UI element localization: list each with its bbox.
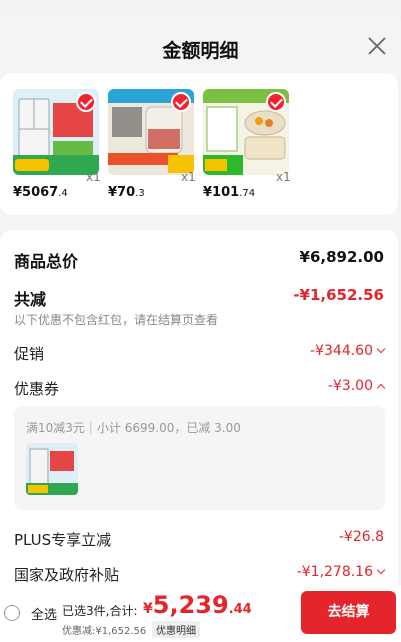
product-price: ¥70 <box>108 185 136 200</box>
sheet-title: 金额明细 <box>162 40 239 62</box>
chevron-up-icon <box>376 383 386 393</box>
reduce-total-row: 共减 -¥1,652.56 <box>14 286 384 310</box>
close-icon[interactable] <box>365 34 389 58</box>
goods-total-amount: ¥6,892.00 <box>299 248 384 266</box>
coupon-amount: -¥3.00 <box>327 378 373 394</box>
plus-discount-row: PLUS专享立减 -¥26.8 <box>14 529 384 550</box>
coupon-product-thumbnail <box>26 443 78 495</box>
discount-summary: 优惠减:¥1,652.56 <box>62 626 147 637</box>
total-integer: 5,239 <box>152 591 229 619</box>
total-amount: ¥5,239.44 <box>143 591 252 619</box>
product-item[interactable]: ¥70.3 <box>108 89 194 200</box>
coupon-detail-text: 满10减3元｜小计 6699.00，已减 3.00 <box>26 421 241 435</box>
product-price-decimal: .3 <box>135 188 145 199</box>
promotion-label: 促销 <box>14 345 45 363</box>
select-all-radio[interactable] <box>4 605 20 621</box>
gov-subsidy-row[interactable]: 国家及政府补贴 -¥1,278.16 <box>14 564 386 585</box>
product-price: ¥101 <box>203 185 240 200</box>
selected-count: 已选3件,合计: <box>62 604 138 618</box>
selected-check-icon <box>171 92 191 112</box>
checkout-button[interactable]: 去结算 <box>301 591 396 634</box>
gov-subsidy-label: 国家及政府补贴 <box>14 566 120 584</box>
coupon-detail-box: 满10减3元｜小计 6699.00，已减 3.00 <box>14 406 385 510</box>
product-item[interactable]: ¥5067.4 <box>13 89 99 200</box>
promotion-amount: -¥344.60 <box>310 343 373 359</box>
reduce-total-label: 共减 <box>14 290 47 309</box>
product-quantity: x1 <box>86 170 101 184</box>
product-item[interactable]: ¥101.74 <box>203 89 289 200</box>
coupon-row[interactable]: 优惠券 -¥3.00 <box>14 378 386 399</box>
plus-discount-amount: -¥26.8 <box>338 529 384 545</box>
checkout-bar: 全选 已选3件,合计: ¥5,239.44 优惠减:¥1,652.56 优惠明细… <box>0 585 401 642</box>
chevron-down-icon <box>376 565 386 575</box>
product-quantity: x1 <box>276 170 291 184</box>
plus-discount-label: PLUS专享立减 <box>14 531 112 549</box>
amount-breakdown-card: 商品总价 ¥6,892.00 共减 -¥1,652.56 以下优惠不包含红包，请… <box>0 230 398 610</box>
promotion-row[interactable]: 促销 -¥344.60 <box>14 343 386 364</box>
total-decimal: .44 <box>228 602 252 617</box>
product-thumbnail <box>108 89 194 175</box>
select-all-label[interactable]: 全选 <box>31 604 57 623</box>
selected-check-icon <box>266 92 286 112</box>
product-price-decimal: .74 <box>239 188 256 199</box>
product-price: ¥5067 <box>13 185 59 200</box>
fridge-image <box>26 443 78 495</box>
gov-subsidy-amount: -¥1,278.16 <box>296 564 373 580</box>
amount-detail-sheet: 金额明细 ¥5067.4 x1 ¥70.3 x1 ¥101.74 x1 商品总价… <box>0 10 401 610</box>
chevron-down-icon <box>376 344 386 354</box>
product-price-decimal: .4 <box>58 188 68 199</box>
product-quantity: x1 <box>181 170 196 184</box>
product-thumbnail <box>13 89 99 175</box>
discount-note: 以下优惠不包含红包，请在结算页查看 <box>14 313 219 327</box>
coupon-label: 优惠券 <box>14 380 60 398</box>
discount-detail-button[interactable]: 优惠明细 <box>152 621 200 638</box>
total-currency: ¥ <box>143 601 153 617</box>
goods-total-label: 商品总价 <box>14 252 79 271</box>
goods-total-row: 商品总价 ¥6,892.00 <box>14 248 384 272</box>
product-list-card: ¥5067.4 x1 ¥70.3 x1 ¥101.74 x1 <box>0 73 398 215</box>
product-thumbnail <box>203 89 289 175</box>
reduce-total-amount: -¥1,652.56 <box>293 286 384 304</box>
selected-check-icon <box>76 92 96 112</box>
